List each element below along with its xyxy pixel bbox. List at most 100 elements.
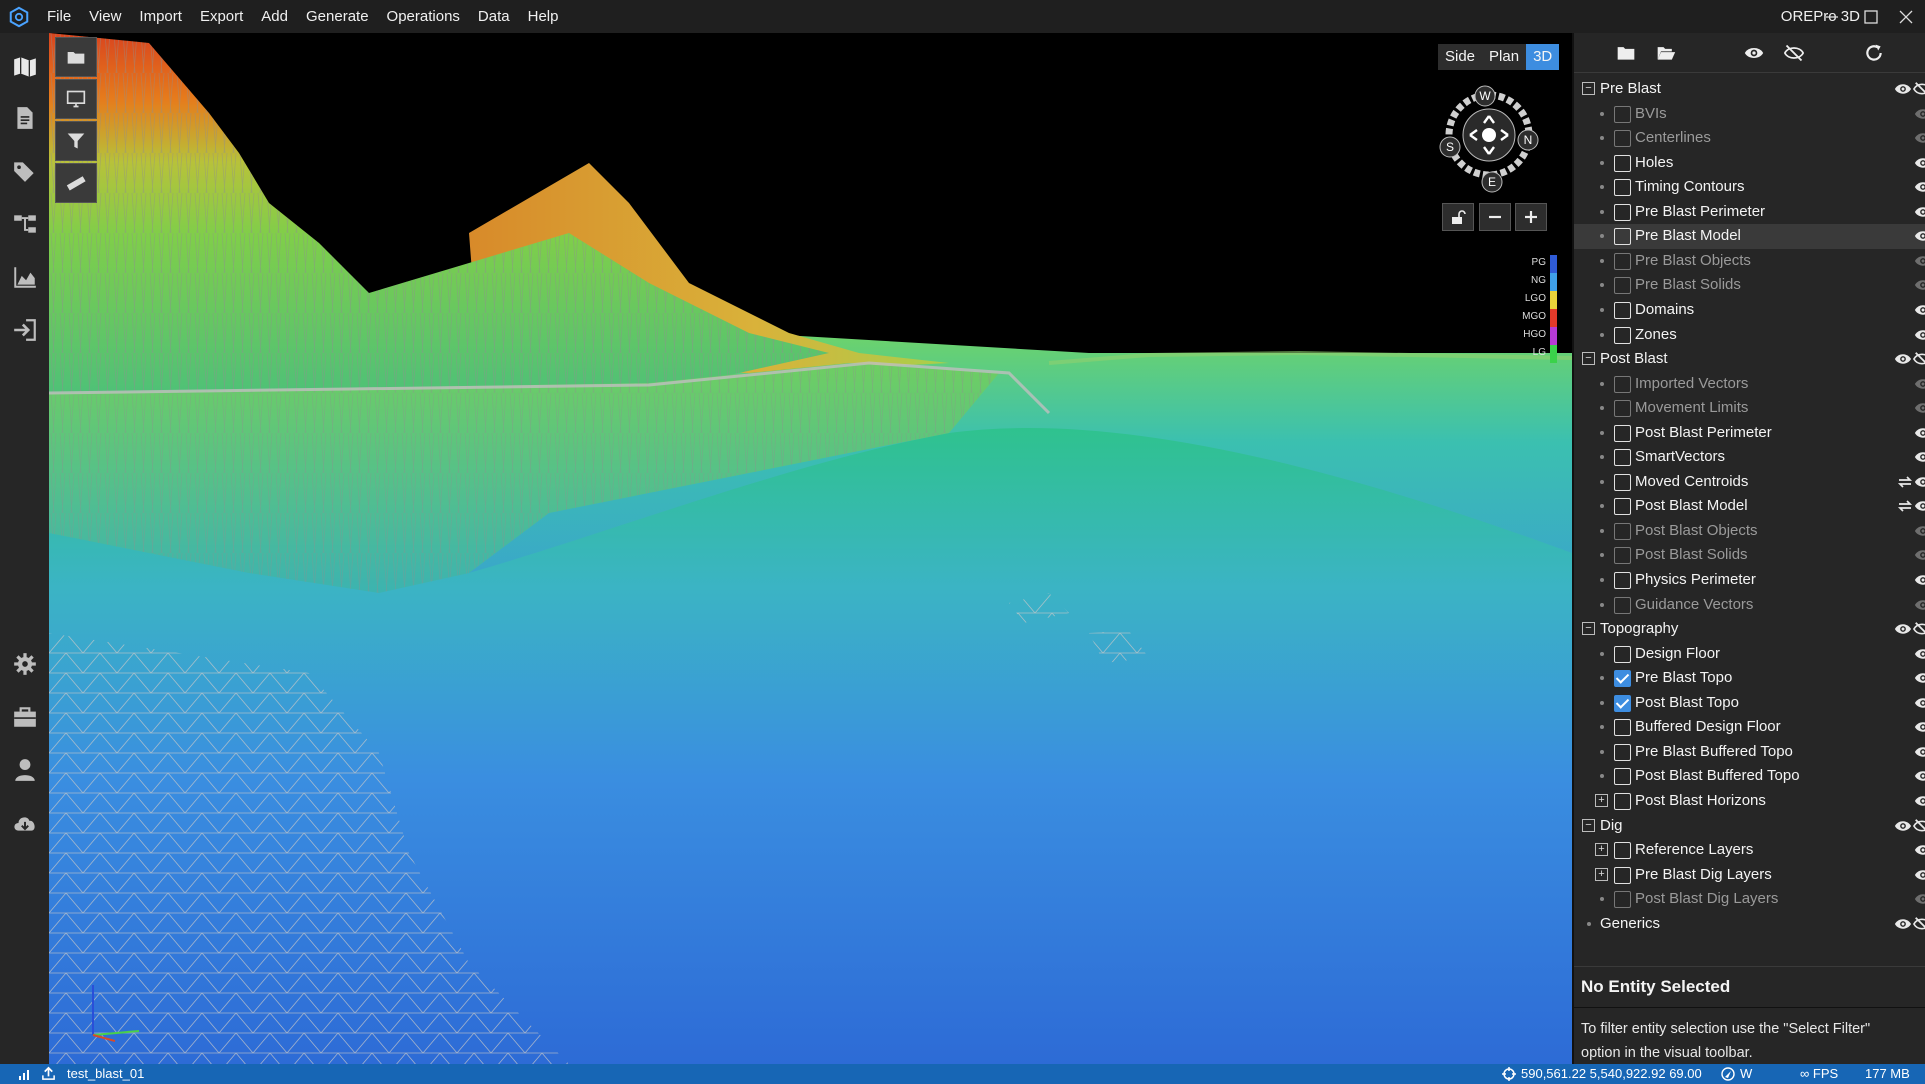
layer-checkbox[interactable] xyxy=(1614,228,1631,246)
tree-item-row[interactable]: Guidance Vectors xyxy=(1574,593,1925,618)
layer-checkbox[interactable] xyxy=(1614,105,1631,123)
tree-item-row[interactable]: Post Blast Model xyxy=(1574,494,1925,519)
menu-import[interactable]: Import xyxy=(130,0,191,33)
layer-checkbox[interactable] xyxy=(1614,449,1631,467)
layer-checkbox[interactable] xyxy=(1614,203,1631,221)
expand-toggle[interactable]: + xyxy=(1595,793,1608,807)
visibility-eye-icon[interactable] xyxy=(1914,769,1925,783)
visibility-eye-icon[interactable] xyxy=(1914,205,1925,219)
menu-help[interactable]: Help xyxy=(519,0,568,33)
hide-group-icon[interactable] xyxy=(1913,621,1925,637)
tree-item-row[interactable]: Zones xyxy=(1574,323,1925,348)
visibility-eye-icon[interactable] xyxy=(1914,843,1925,857)
visibility-eye-icon[interactable] xyxy=(1914,548,1925,562)
expand-toggle[interactable]: + xyxy=(1595,867,1608,881)
menu-data[interactable]: Data xyxy=(469,0,519,33)
tree-group-row[interactable]: − Post Blast xyxy=(1574,347,1925,372)
visibility-eye-icon[interactable] xyxy=(1914,745,1925,759)
layer-checkbox[interactable] xyxy=(1614,572,1631,589)
tree-item-row[interactable]: Post Blast Objects xyxy=(1574,519,1925,544)
swap-icon[interactable] xyxy=(1897,475,1913,489)
tree-item-row[interactable]: + Post Blast Horizons xyxy=(1574,789,1925,814)
visibility-eye-icon[interactable] xyxy=(1914,475,1925,489)
show-group-icon[interactable] xyxy=(1894,622,1912,636)
menu-operations[interactable]: Operations xyxy=(378,0,469,33)
tree-item-row[interactable]: Domains xyxy=(1574,298,1925,323)
layer-checkbox[interactable] xyxy=(1614,252,1631,270)
menu-generate[interactable]: Generate xyxy=(297,0,378,33)
swap-icon[interactable] xyxy=(1897,499,1913,513)
visibility-eye-icon[interactable] xyxy=(1914,303,1925,317)
visibility-eye-icon[interactable] xyxy=(1914,131,1925,145)
layer-checkbox[interactable] xyxy=(1614,326,1631,344)
layer-checkbox[interactable] xyxy=(1614,547,1631,565)
layer-checkbox[interactable] xyxy=(1614,719,1631,737)
collapse-toggle[interactable]: − xyxy=(1582,352,1595,366)
visibility-eye-icon[interactable] xyxy=(1914,499,1925,513)
visibility-eye-icon[interactable] xyxy=(1914,720,1925,734)
layer-checkbox[interactable] xyxy=(1614,277,1631,295)
visibility-eye-icon[interactable] xyxy=(1914,450,1925,464)
import-button[interactable] xyxy=(0,308,49,352)
document-button[interactable] xyxy=(0,96,49,140)
visibility-eye-icon[interactable] xyxy=(1914,696,1925,710)
minimize-button[interactable] xyxy=(1812,0,1852,33)
lock-view-button[interactable] xyxy=(1442,203,1474,231)
show-group-icon[interactable] xyxy=(1894,917,1912,931)
map-button[interactable] xyxy=(0,45,49,89)
layer-checkbox[interactable] xyxy=(1614,743,1631,761)
navigation-compass[interactable]: W N E S xyxy=(1432,78,1547,193)
layer-checkbox[interactable] xyxy=(1614,645,1631,663)
zoom-out-button[interactable] xyxy=(1479,203,1511,231)
visibility-eye-icon[interactable] xyxy=(1914,647,1925,661)
show-all-button[interactable] xyxy=(1741,41,1767,65)
3d-viewport[interactable]: Side Plan 3D W N E S PG NG LGO MGO HGO LG xyxy=(49,33,1572,1064)
viewport-display-button[interactable] xyxy=(55,79,97,119)
layer-checkbox[interactable] xyxy=(1614,522,1631,540)
layer-checkbox[interactable] xyxy=(1614,400,1631,418)
tree-item-row[interactable]: Pre Blast Buffered Topo xyxy=(1574,740,1925,765)
visibility-eye-icon[interactable] xyxy=(1914,180,1925,194)
visibility-eye-icon[interactable] xyxy=(1914,598,1925,612)
menu-export[interactable]: Export xyxy=(191,0,252,33)
layer-checkbox[interactable] xyxy=(1614,154,1631,172)
collapse-toggle[interactable]: − xyxy=(1582,82,1595,95)
area-chart-button[interactable] xyxy=(0,255,49,299)
layer-checkbox[interactable] xyxy=(1614,498,1631,516)
measure-button[interactable] xyxy=(55,163,97,203)
view-plan-button[interactable]: Plan xyxy=(1482,44,1527,70)
tree-item-row[interactable]: Moved Centroids xyxy=(1574,470,1925,495)
collapse-toggle[interactable]: − xyxy=(1582,622,1595,636)
zoom-in-button[interactable] xyxy=(1515,203,1547,231)
layer-checkbox[interactable] xyxy=(1614,596,1631,614)
layer-checkbox[interactable] xyxy=(1614,375,1631,393)
visibility-eye-icon[interactable] xyxy=(1914,794,1925,808)
tree-item-row[interactable]: Physics Perimeter xyxy=(1574,568,1925,593)
viewport-folder-button[interactable] xyxy=(55,37,97,77)
visibility-eye-icon[interactable] xyxy=(1914,156,1925,170)
show-group-icon[interactable] xyxy=(1894,819,1912,833)
menu-view[interactable]: View xyxy=(80,0,130,33)
layer-checkbox[interactable] xyxy=(1614,670,1631,688)
tree-item-row[interactable]: Pre Blast Objects xyxy=(1574,249,1925,274)
tree-item-row[interactable]: Pre Blast Solids xyxy=(1574,273,1925,298)
tree-item-row[interactable]: SmartVectors xyxy=(1574,445,1925,470)
visibility-eye-icon[interactable] xyxy=(1914,671,1925,685)
tree-group-row[interactable]: Generics xyxy=(1574,912,1925,937)
menu-file[interactable]: File xyxy=(38,0,80,33)
layer-checkbox[interactable] xyxy=(1614,792,1631,810)
hierarchy-button[interactable] xyxy=(0,202,49,246)
layer-checkbox[interactable] xyxy=(1614,179,1631,197)
expand-toggle[interactable]: + xyxy=(1595,843,1608,857)
tree-item-row[interactable]: + Reference Layers xyxy=(1574,838,1925,863)
hide-group-icon[interactable] xyxy=(1913,916,1925,932)
tree-item-row[interactable]: BVIs xyxy=(1574,102,1925,127)
layer-checkbox[interactable] xyxy=(1614,473,1631,491)
layer-checkbox[interactable] xyxy=(1614,694,1631,712)
tree-item-row[interactable]: Pre Blast Perimeter xyxy=(1574,200,1925,225)
tree-item-row[interactable]: Pre Blast Topo xyxy=(1574,666,1925,691)
open-folder-button[interactable] xyxy=(1613,41,1639,65)
hide-all-button[interactable] xyxy=(1781,41,1807,65)
select-filter-button[interactable] xyxy=(55,121,97,161)
cloud-download-button[interactable] xyxy=(0,801,49,845)
